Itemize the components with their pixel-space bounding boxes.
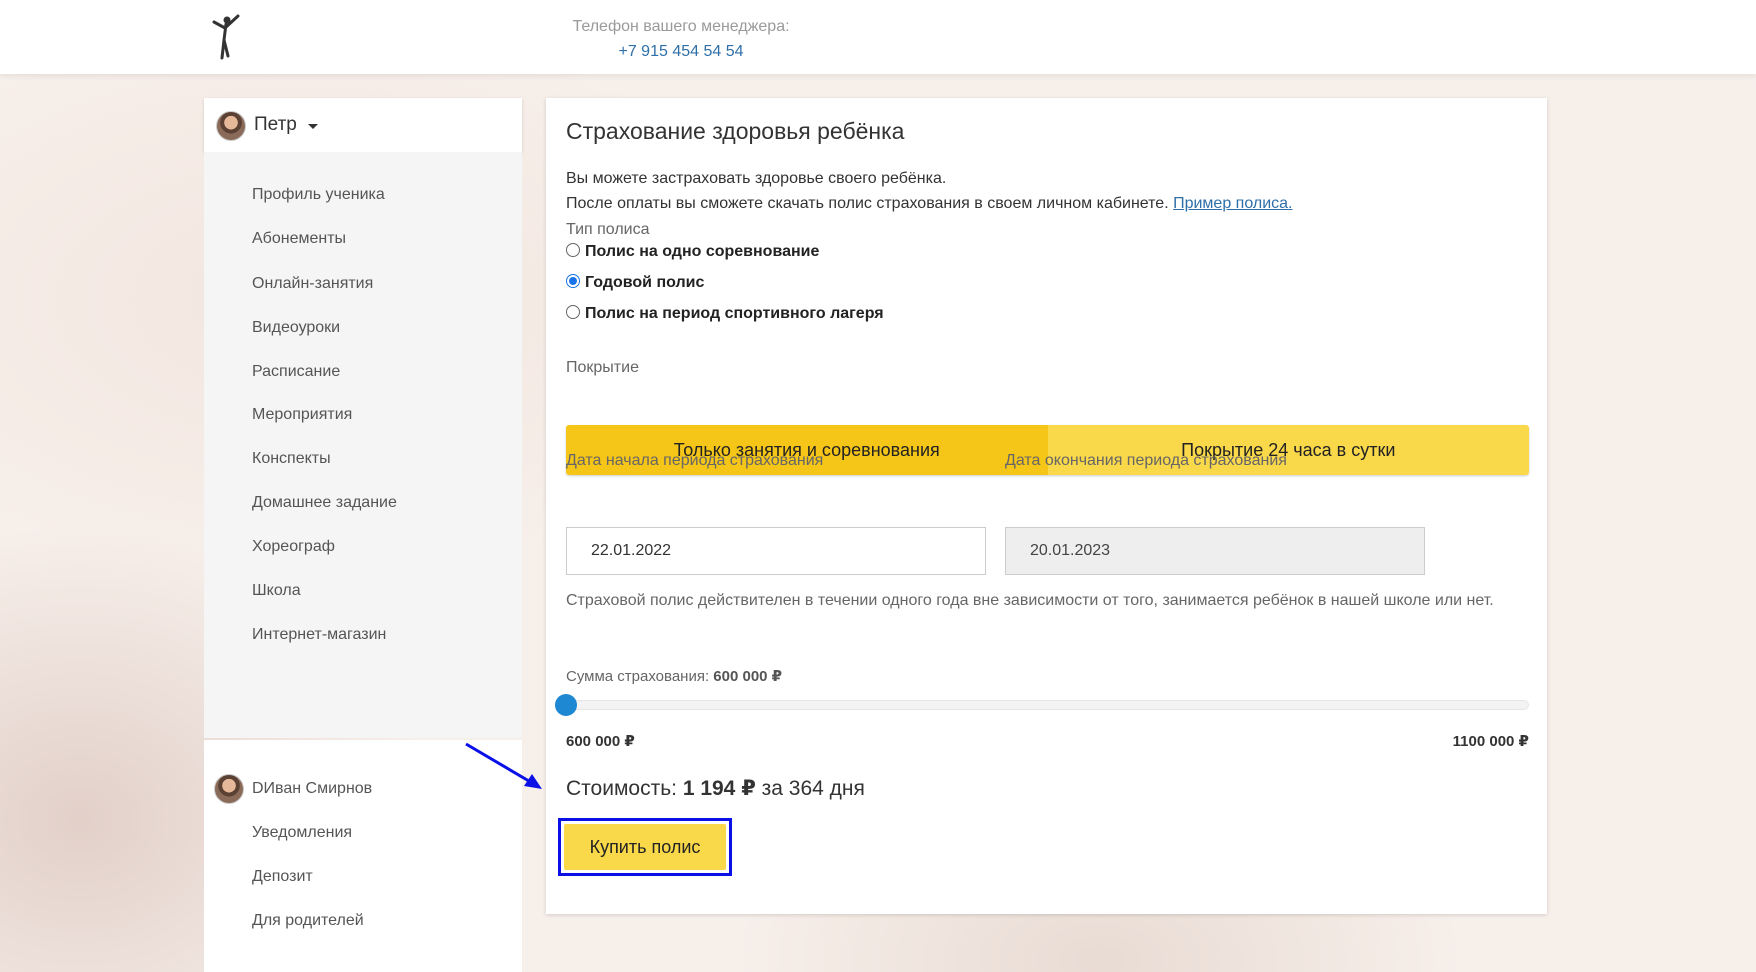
sidebar: Петр Профиль ученика Абонементы Онлайн-з… (204, 98, 522, 972)
account-name[interactable]: DИван Смирнов (252, 780, 372, 798)
cost-label: Стоимость: (566, 777, 677, 800)
policy-note: Страховой полис действителен в течении о… (566, 592, 1494, 609)
policy-type-label: Тип полиса (566, 221, 650, 238)
sidebar-item-notes[interactable]: Конспекты (252, 450, 331, 468)
sum-value: 600 000 ₽ (713, 668, 783, 685)
sum-label-row: Сумма страхования: 600 000 ₽ (566, 667, 782, 685)
caret-down-icon (308, 124, 318, 129)
sidebar-menu: Профиль ученика Абонементы Онлайн-заняти… (204, 152, 522, 738)
top-header: Телефон вашего менеджера: +7 915 454 54 … (0, 0, 1756, 74)
radio-checked-icon[interactable] (566, 274, 580, 288)
sidebar-item-events[interactable]: Мероприятия (252, 406, 352, 424)
coverage-label: Покрытие (566, 359, 639, 376)
buy-policy-button[interactable]: Купить полис (564, 824, 726, 870)
sidebar-item-choreographer[interactable]: Хореограф (252, 538, 335, 556)
slider-max-label: 1100 000 ₽ (1452, 733, 1529, 750)
dancer-logo[interactable] (206, 10, 246, 62)
policy-option-label: Годовой полис (585, 274, 705, 291)
user-name: Петр (254, 114, 297, 135)
sidebar-item-schedule[interactable]: Расписание (252, 363, 340, 381)
radio-icon[interactable] (566, 305, 580, 319)
policy-option-annual[interactable]: Годовой полис (566, 274, 704, 292)
sum-label: Сумма страхования: (566, 668, 710, 685)
sidebar-item-school[interactable]: Школа (252, 582, 301, 600)
sidebar-item-subscriptions[interactable]: Абонементы (252, 230, 346, 248)
annotation-arrow-icon (465, 742, 542, 789)
sidebar-item-homework[interactable]: Домашнее задание (252, 494, 397, 512)
policy-option-label: Полис на период спортивного лагеря (585, 305, 884, 322)
account-avatar (214, 774, 244, 804)
cost-period: за 364 дня (761, 777, 865, 800)
manager-label: Телефон вашего менеджера: (572, 18, 790, 35)
start-date-input[interactable]: 22.01.2022 (566, 527, 986, 575)
manager-phone-link[interactable]: +7 915 454 54 54 (566, 39, 796, 64)
sidebar-item-online-classes[interactable]: Онлайн-занятия (252, 275, 373, 293)
description-line-1: Вы можете застраховать здоровье своего р… (566, 170, 947, 187)
policy-option-label: Полис на одно соревнование (585, 243, 820, 260)
radio-icon[interactable] (566, 243, 580, 257)
end-date-input: 20.01.2023 (1005, 527, 1425, 575)
slider-min-label: 600 000 ₽ (566, 733, 635, 750)
sidebar-item-shop[interactable]: Интернет-магазин (252, 626, 386, 644)
policy-option-competition[interactable]: Полис на одно соревнование (566, 243, 819, 261)
insurance-description: Вы можете застраховать здоровье своего р… (566, 166, 1293, 216)
insurance-panel: Страхование здоровья ребёнка Вы можете з… (546, 98, 1547, 914)
sidebar-item-for-parents[interactable]: Для родителей (252, 912, 364, 930)
page-title: Страхование здоровья ребёнка (566, 118, 905, 144)
start-date-label: Дата начала периода страхования (566, 452, 824, 469)
sidebar-item-student-profile[interactable]: Профиль ученика (252, 186, 385, 204)
sample-policy-link[interactable]: Пример полиса. (1173, 195, 1292, 212)
manager-contact: Телефон вашего менеджера: +7 915 454 54 … (566, 14, 796, 64)
sidebar-item-notifications[interactable]: Уведомления (252, 824, 352, 842)
description-line-2-text: После оплаты вы сможете скачать полис ст… (566, 195, 1169, 212)
sidebar-item-video-lessons[interactable]: Видеоуроки (252, 319, 340, 337)
description-line-2: После оплаты вы сможете скачать полис ст… (566, 191, 1293, 216)
cost-summary: Стоимость: 1 194 ₽ за 364 дня (566, 776, 865, 801)
cost-value: 1 194 ₽ (682, 777, 756, 800)
sum-slider-track[interactable] (566, 700, 1529, 710)
user-menu[interactable]: Петр (204, 98, 522, 152)
policy-option-camp[interactable]: Полис на период спортивного лагеря (566, 305, 884, 323)
end-date-label: Дата окончания периода страхования (1005, 452, 1287, 469)
sidebar-item-deposit[interactable]: Депозит (252, 868, 313, 886)
user-avatar (216, 111, 246, 141)
sum-slider-thumb[interactable] (555, 694, 577, 716)
